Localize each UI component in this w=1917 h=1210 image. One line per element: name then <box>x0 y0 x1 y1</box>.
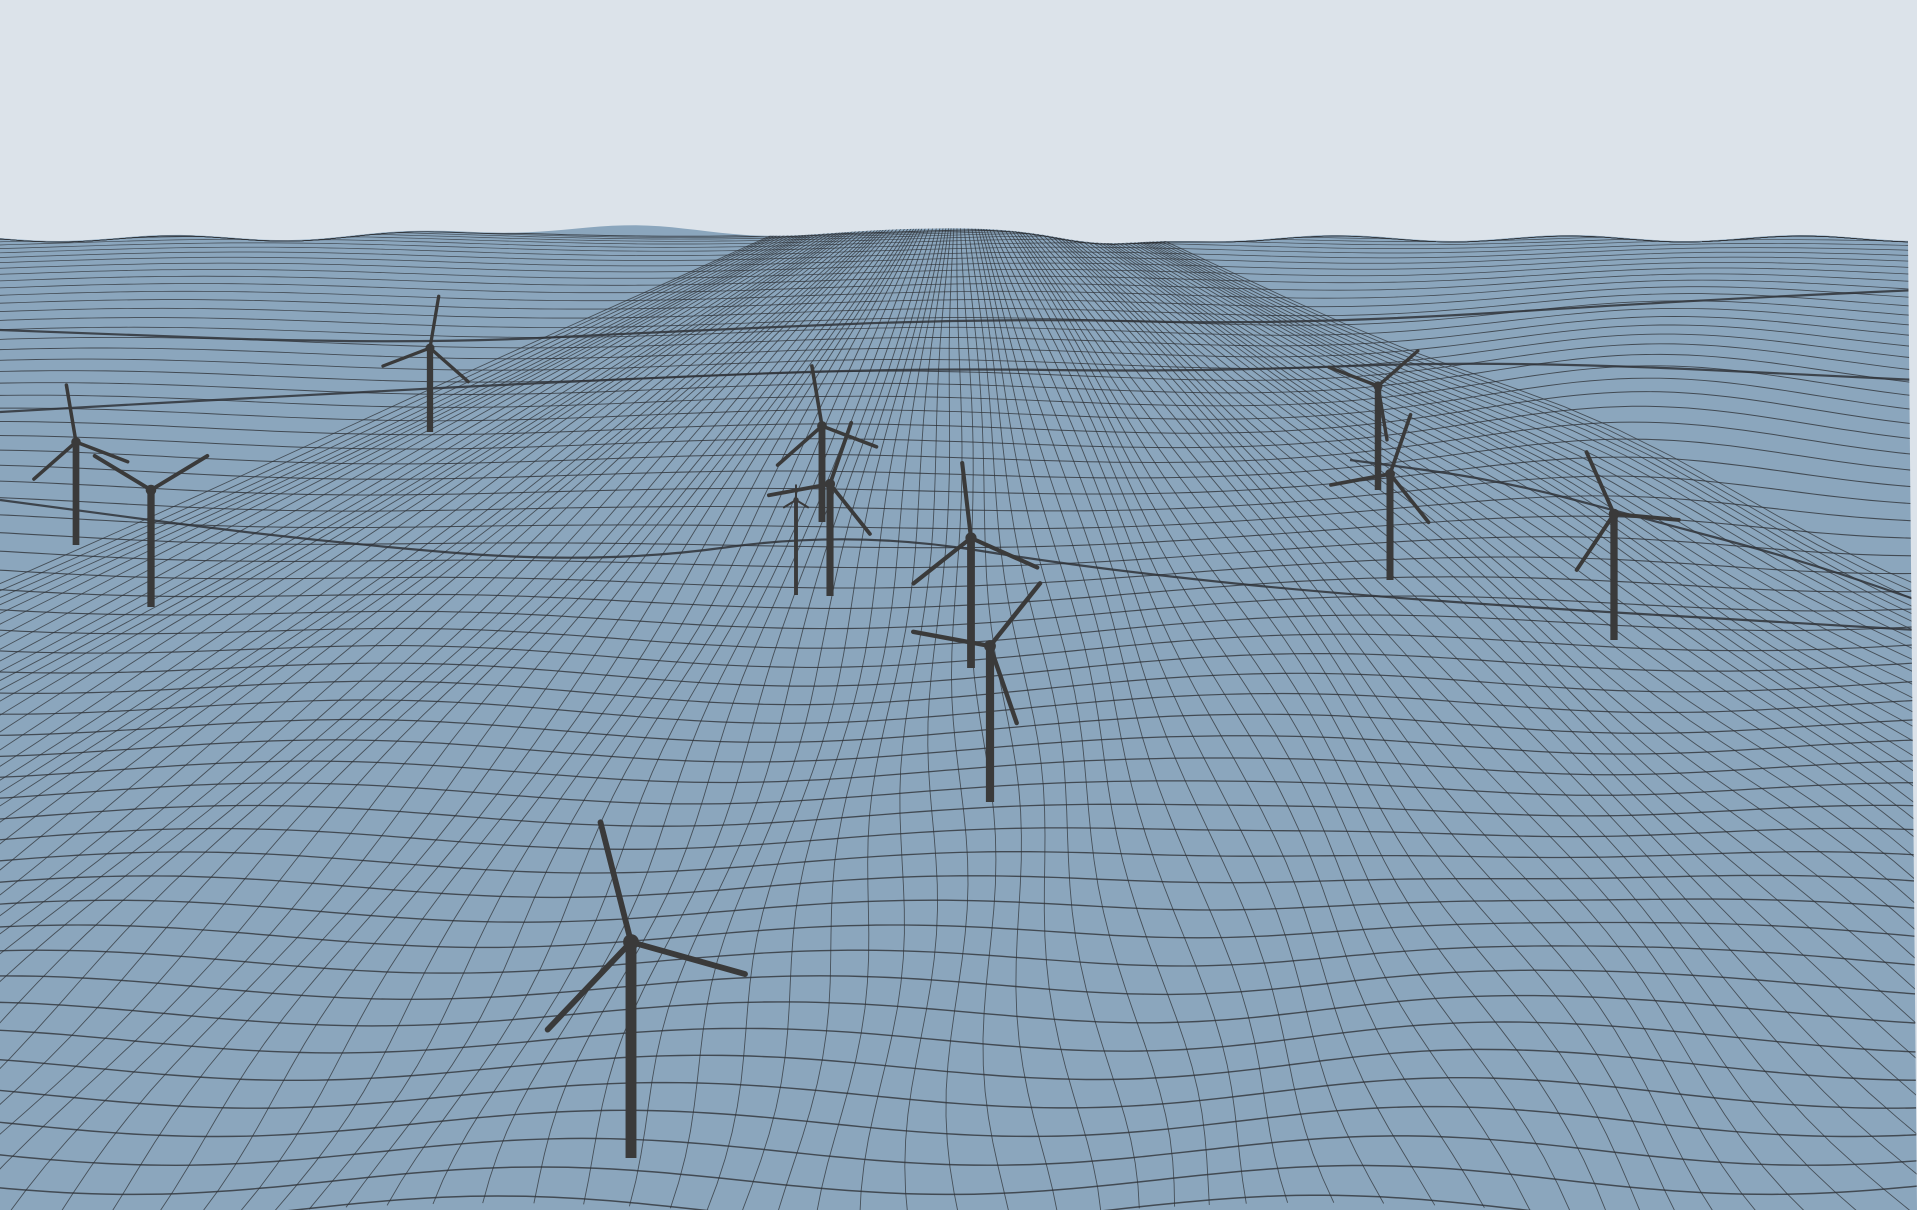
turbine-hub <box>793 497 799 503</box>
turbine-hub <box>1608 508 1620 520</box>
3d-viewport[interactable] <box>0 0 1917 1210</box>
turbine-hub <box>71 437 81 447</box>
turbine-hub <box>1385 469 1395 479</box>
turbine-hub <box>984 640 996 652</box>
turbine-hub <box>425 343 435 353</box>
turbine-hub <box>824 478 836 490</box>
turbine-hub <box>623 934 639 950</box>
turbine-hub <box>965 532 977 544</box>
terrain-surface[interactable] <box>0 225 1917 1210</box>
turbine-hub <box>1373 381 1383 391</box>
terrain-scene[interactable] <box>0 0 1917 1210</box>
turbine-hub <box>145 484 157 496</box>
turbine-hub <box>817 421 827 431</box>
